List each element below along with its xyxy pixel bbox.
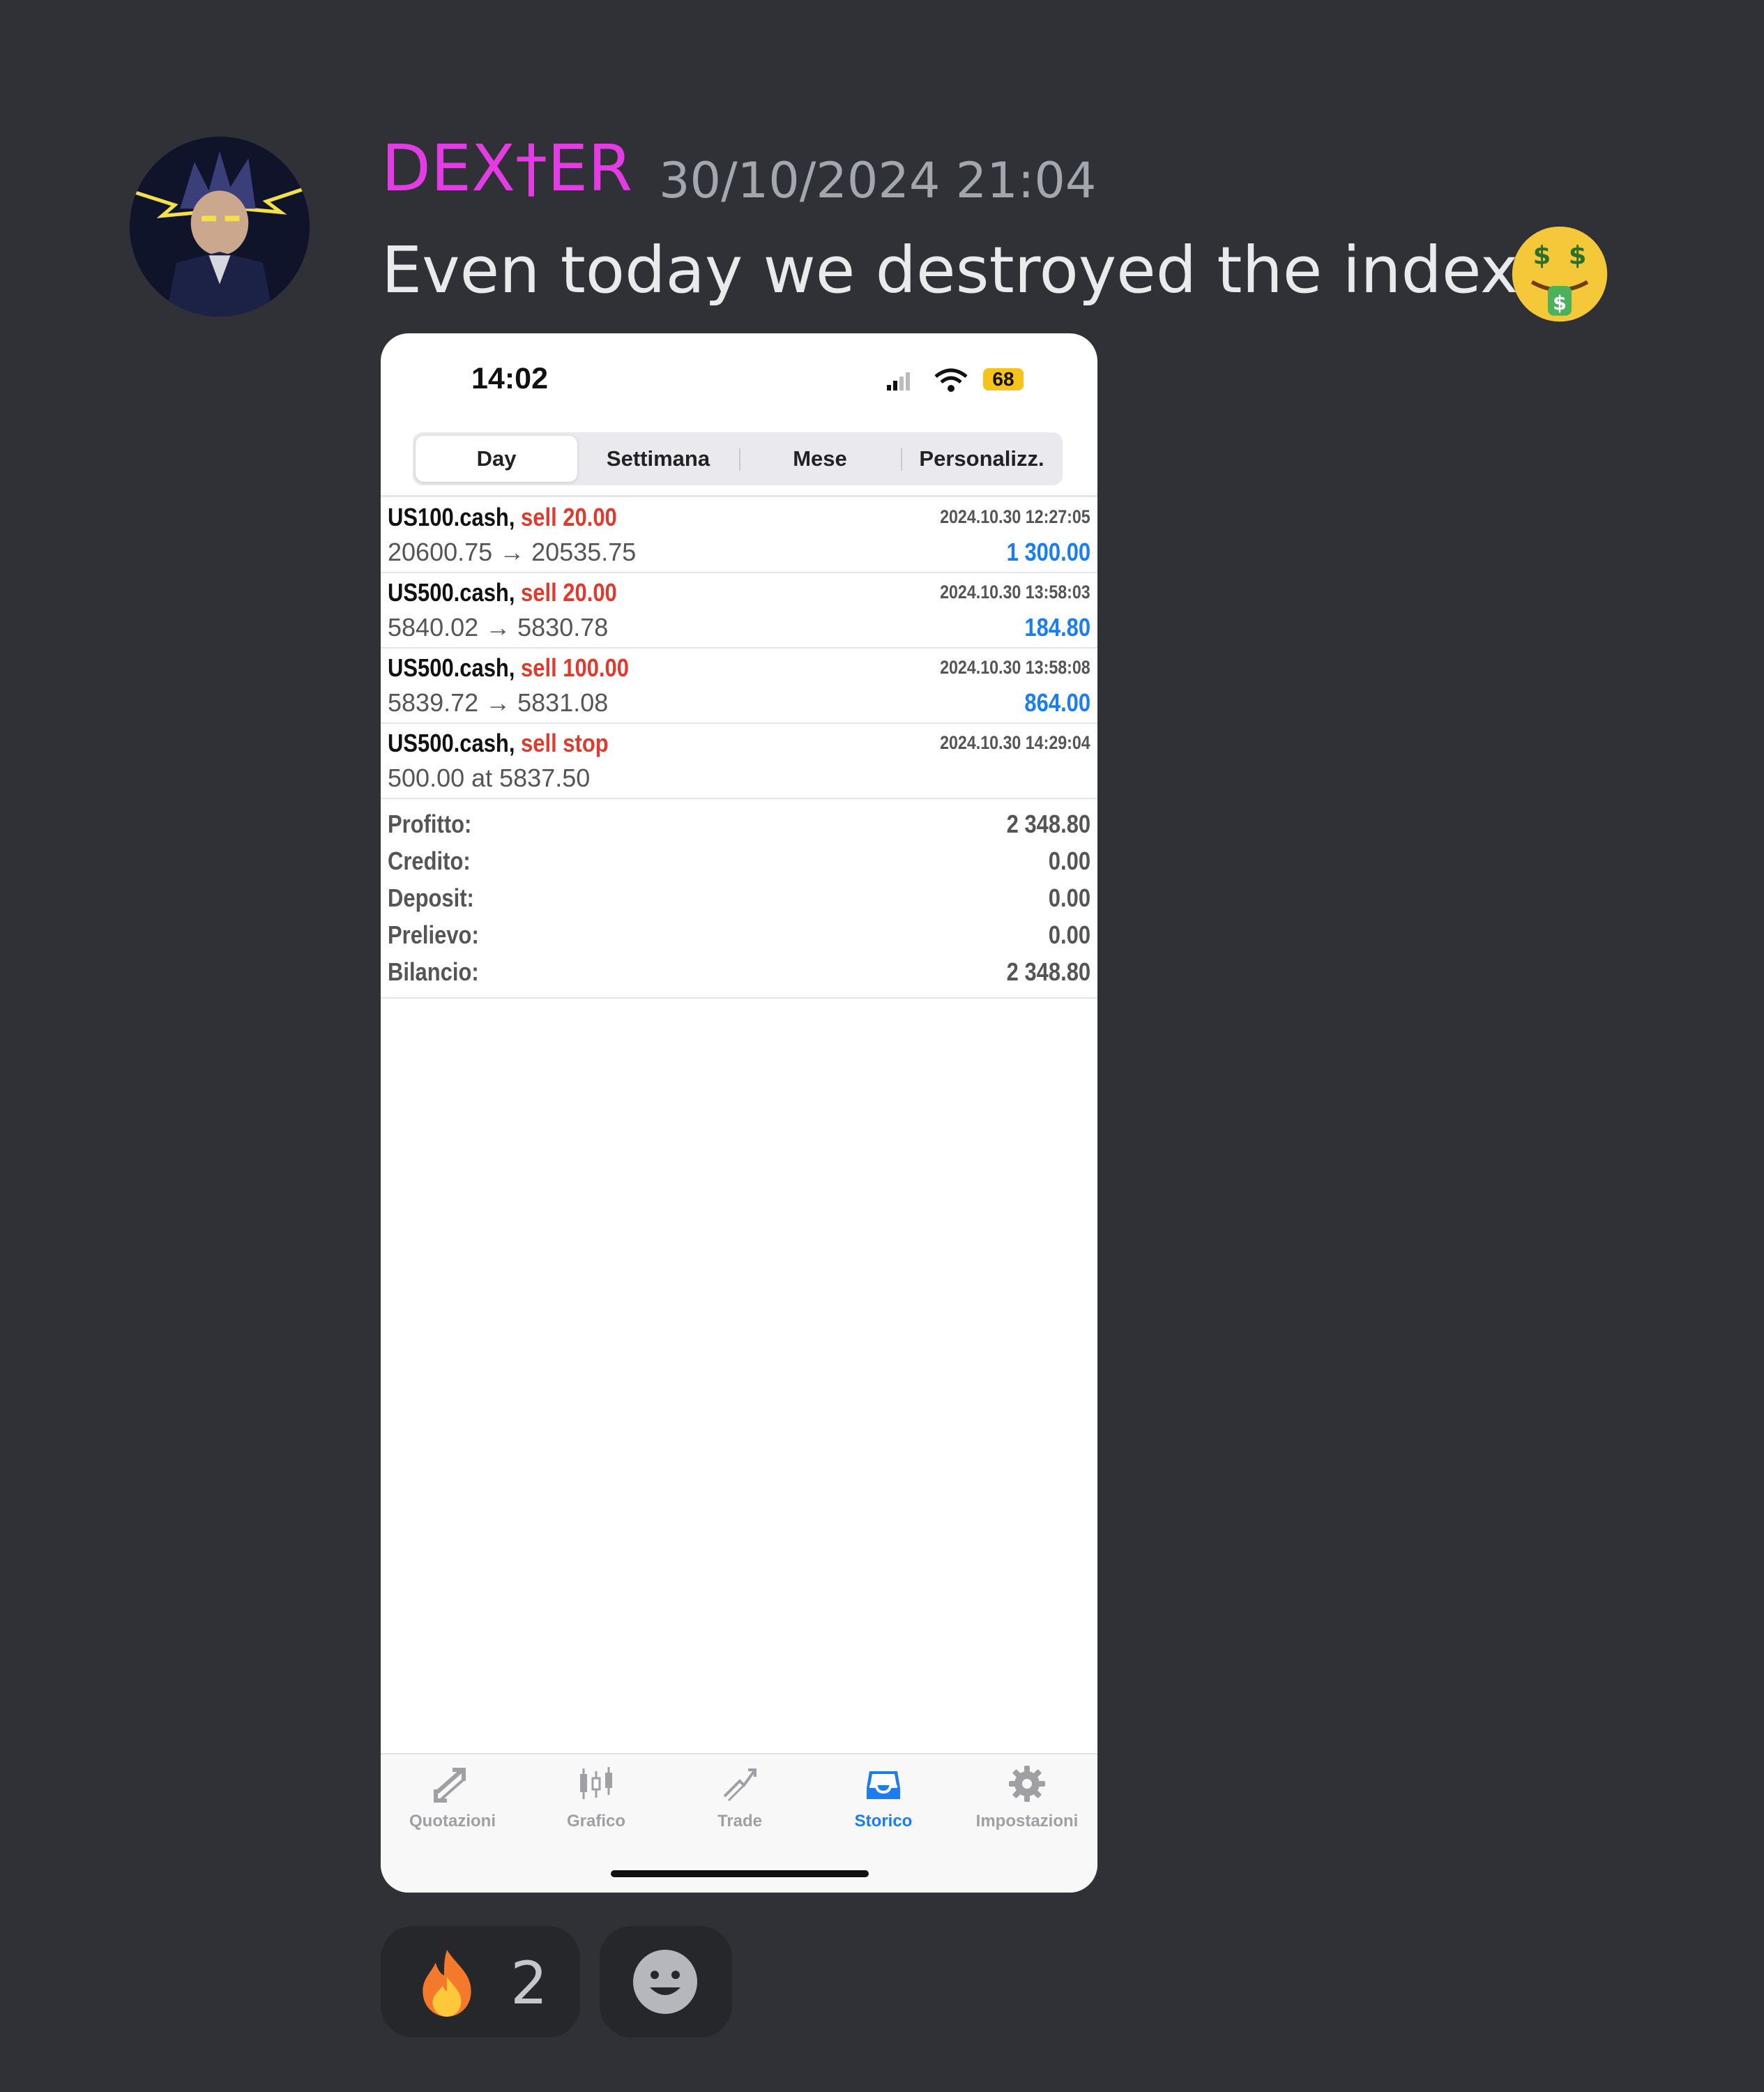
account-summary: Profitto: 2 348.80 Credito: 0.00 Deposit…: [381, 806, 1097, 1335]
trade-profit: 1 300.00: [1006, 538, 1090, 566]
summary-row: Prelievo: 0.00: [381, 917, 1097, 953]
trade-row[interactable]: US500.cash, sell 100.00 2024.10.30 13:58…: [381, 649, 1097, 724]
trade-date: 2024.10.30 14:29:04: [940, 732, 1090, 753]
signal-wifi-icons: [887, 368, 968, 392]
nav-label: Quotazioni: [409, 1812, 496, 1830]
trade-price: 500.00 at 5837.50: [388, 764, 591, 792]
signal-icon: [887, 372, 910, 391]
svg-text:$: $: [1569, 241, 1587, 271]
trade-row[interactable]: US500.cash, sell stop 2024.10.30 14:29:0…: [381, 724, 1097, 799]
divider: [381, 997, 1097, 999]
trade-symbol: US500.cash,: [388, 729, 515, 757]
trade-side: sell 20.00: [521, 503, 617, 531]
add-reaction-smiley-icon: [633, 1950, 697, 2014]
summary-row: Credito: 0.00: [381, 843, 1097, 879]
trade-price: 20600.75 → 20535.75: [388, 538, 637, 566]
nav-label: Impostazioni: [975, 1812, 1079, 1830]
nav-storico[interactable]: Storico: [812, 1754, 955, 1845]
image-attachment[interactable]: 14:02 68 Day Settimana Mese Personalizz.…: [381, 333, 1097, 1893]
nav-grafico[interactable]: Grafico: [524, 1754, 668, 1845]
summary-value: 0.00: [1048, 847, 1090, 875]
trade-price: 5839.72 → 5831.08: [388, 688, 609, 717]
chart-icon: [580, 1767, 612, 1799]
trade-date: 2024.10.30 12:27:05: [940, 506, 1090, 527]
wifi-icon: [934, 368, 968, 392]
summary-label: Bilancio:: [388, 957, 479, 986]
battery-icon: 68: [983, 368, 1024, 391]
trade-side: sell 100.00: [521, 653, 630, 682]
summary-row: Deposit: 0.00: [381, 880, 1097, 916]
status-time: 14:02: [471, 362, 548, 395]
trade-symbol: US500.cash,: [388, 578, 515, 607]
svg-text:$: $: [1553, 291, 1567, 314]
trade-symbol-line: US500.cash, sell 20.00: [388, 580, 617, 605]
trade-symbol-line: US500.cash, sell stop: [388, 731, 609, 756]
summary-label: Deposit:: [388, 884, 474, 912]
nav-label: Grafico: [566, 1812, 626, 1830]
tab-mese[interactable]: Mese: [739, 436, 901, 482]
tab-day[interactable]: Day: [416, 436, 577, 482]
nav-label: Storico: [854, 1812, 913, 1830]
tab-settimana[interactable]: Settimana: [577, 436, 739, 482]
nav-trade[interactable]: Trade: [668, 1754, 812, 1845]
summary-value: 2 348.80: [1006, 957, 1090, 986]
nav-label: Trade: [717, 1812, 763, 1830]
trade-profit: 864.00: [1024, 688, 1090, 717]
tab-personalizz[interactable]: Personalizz.: [901, 436, 1063, 482]
message-text: Even today we destroyed the indexes: [381, 233, 1590, 308]
summary-label: Profitto:: [388, 810, 472, 838]
trade-symbol: US100.cash,: [388, 503, 515, 531]
summary-label: Credito:: [388, 847, 471, 875]
summary-label: Prelievo:: [388, 920, 479, 949]
quotes-icon: [434, 1768, 466, 1803]
trade-icon: [723, 1768, 756, 1802]
svg-text:$: $: [1533, 241, 1551, 271]
trade-date: 2024.10.30 13:58:08: [940, 657, 1090, 678]
money-mouth-face-icon: $ $ $: [1512, 226, 1608, 322]
status-bar: 14:02 68: [381, 333, 1097, 400]
settings-icon: [1009, 1766, 1045, 1802]
fire-icon: [423, 1950, 471, 2017]
trade-price: 5840.02 → 5830.78: [388, 613, 609, 642]
trade-symbol: US500.cash,: [388, 653, 515, 682]
trade-date: 2024.10.30 13:58:03: [940, 582, 1090, 602]
summary-value: 0.00: [1048, 920, 1090, 949]
author-name[interactable]: DEX†ER: [381, 137, 632, 201]
trade-profit: 184.80: [1024, 613, 1090, 642]
nav-impostazioni[interactable]: Impostazioni: [955, 1754, 1097, 1845]
summary-value: 0.00: [1048, 884, 1090, 912]
period-selector: Day Settimana Mese Personalizz.: [413, 432, 1063, 485]
summary-row: Profitto: 2 348.80: [381, 806, 1097, 842]
trade-symbol-line: US100.cash, sell 20.00: [388, 505, 617, 530]
reaction-fire[interactable]: 2: [381, 1926, 580, 2038]
trade-row[interactable]: US500.cash, sell 20.00 2024.10.30 13:58:…: [381, 573, 1097, 649]
author-avatar[interactable]: [130, 137, 310, 317]
message-timestamp: 30/10/2024 21:04: [659, 152, 1097, 209]
nav-quotazioni[interactable]: Quotazioni: [381, 1754, 524, 1845]
summary-row: Bilancio: 2 348.80: [381, 954, 1097, 990]
history-icon: [867, 1771, 900, 1799]
home-indicator: [611, 1870, 869, 1877]
add-reaction-button[interactable]: [600, 1926, 732, 2038]
divider: [381, 495, 1097, 497]
summary-value: 2 348.80: [1006, 810, 1090, 838]
trade-row[interactable]: US100.cash, sell 20.00 2024.10.30 12:27:…: [381, 498, 1097, 573]
trade-side: sell stop: [521, 729, 609, 757]
trade-side: sell 20.00: [521, 578, 617, 607]
trade-symbol-line: US500.cash, sell 100.00: [388, 655, 629, 681]
reaction-count: 2: [510, 1949, 548, 2017]
